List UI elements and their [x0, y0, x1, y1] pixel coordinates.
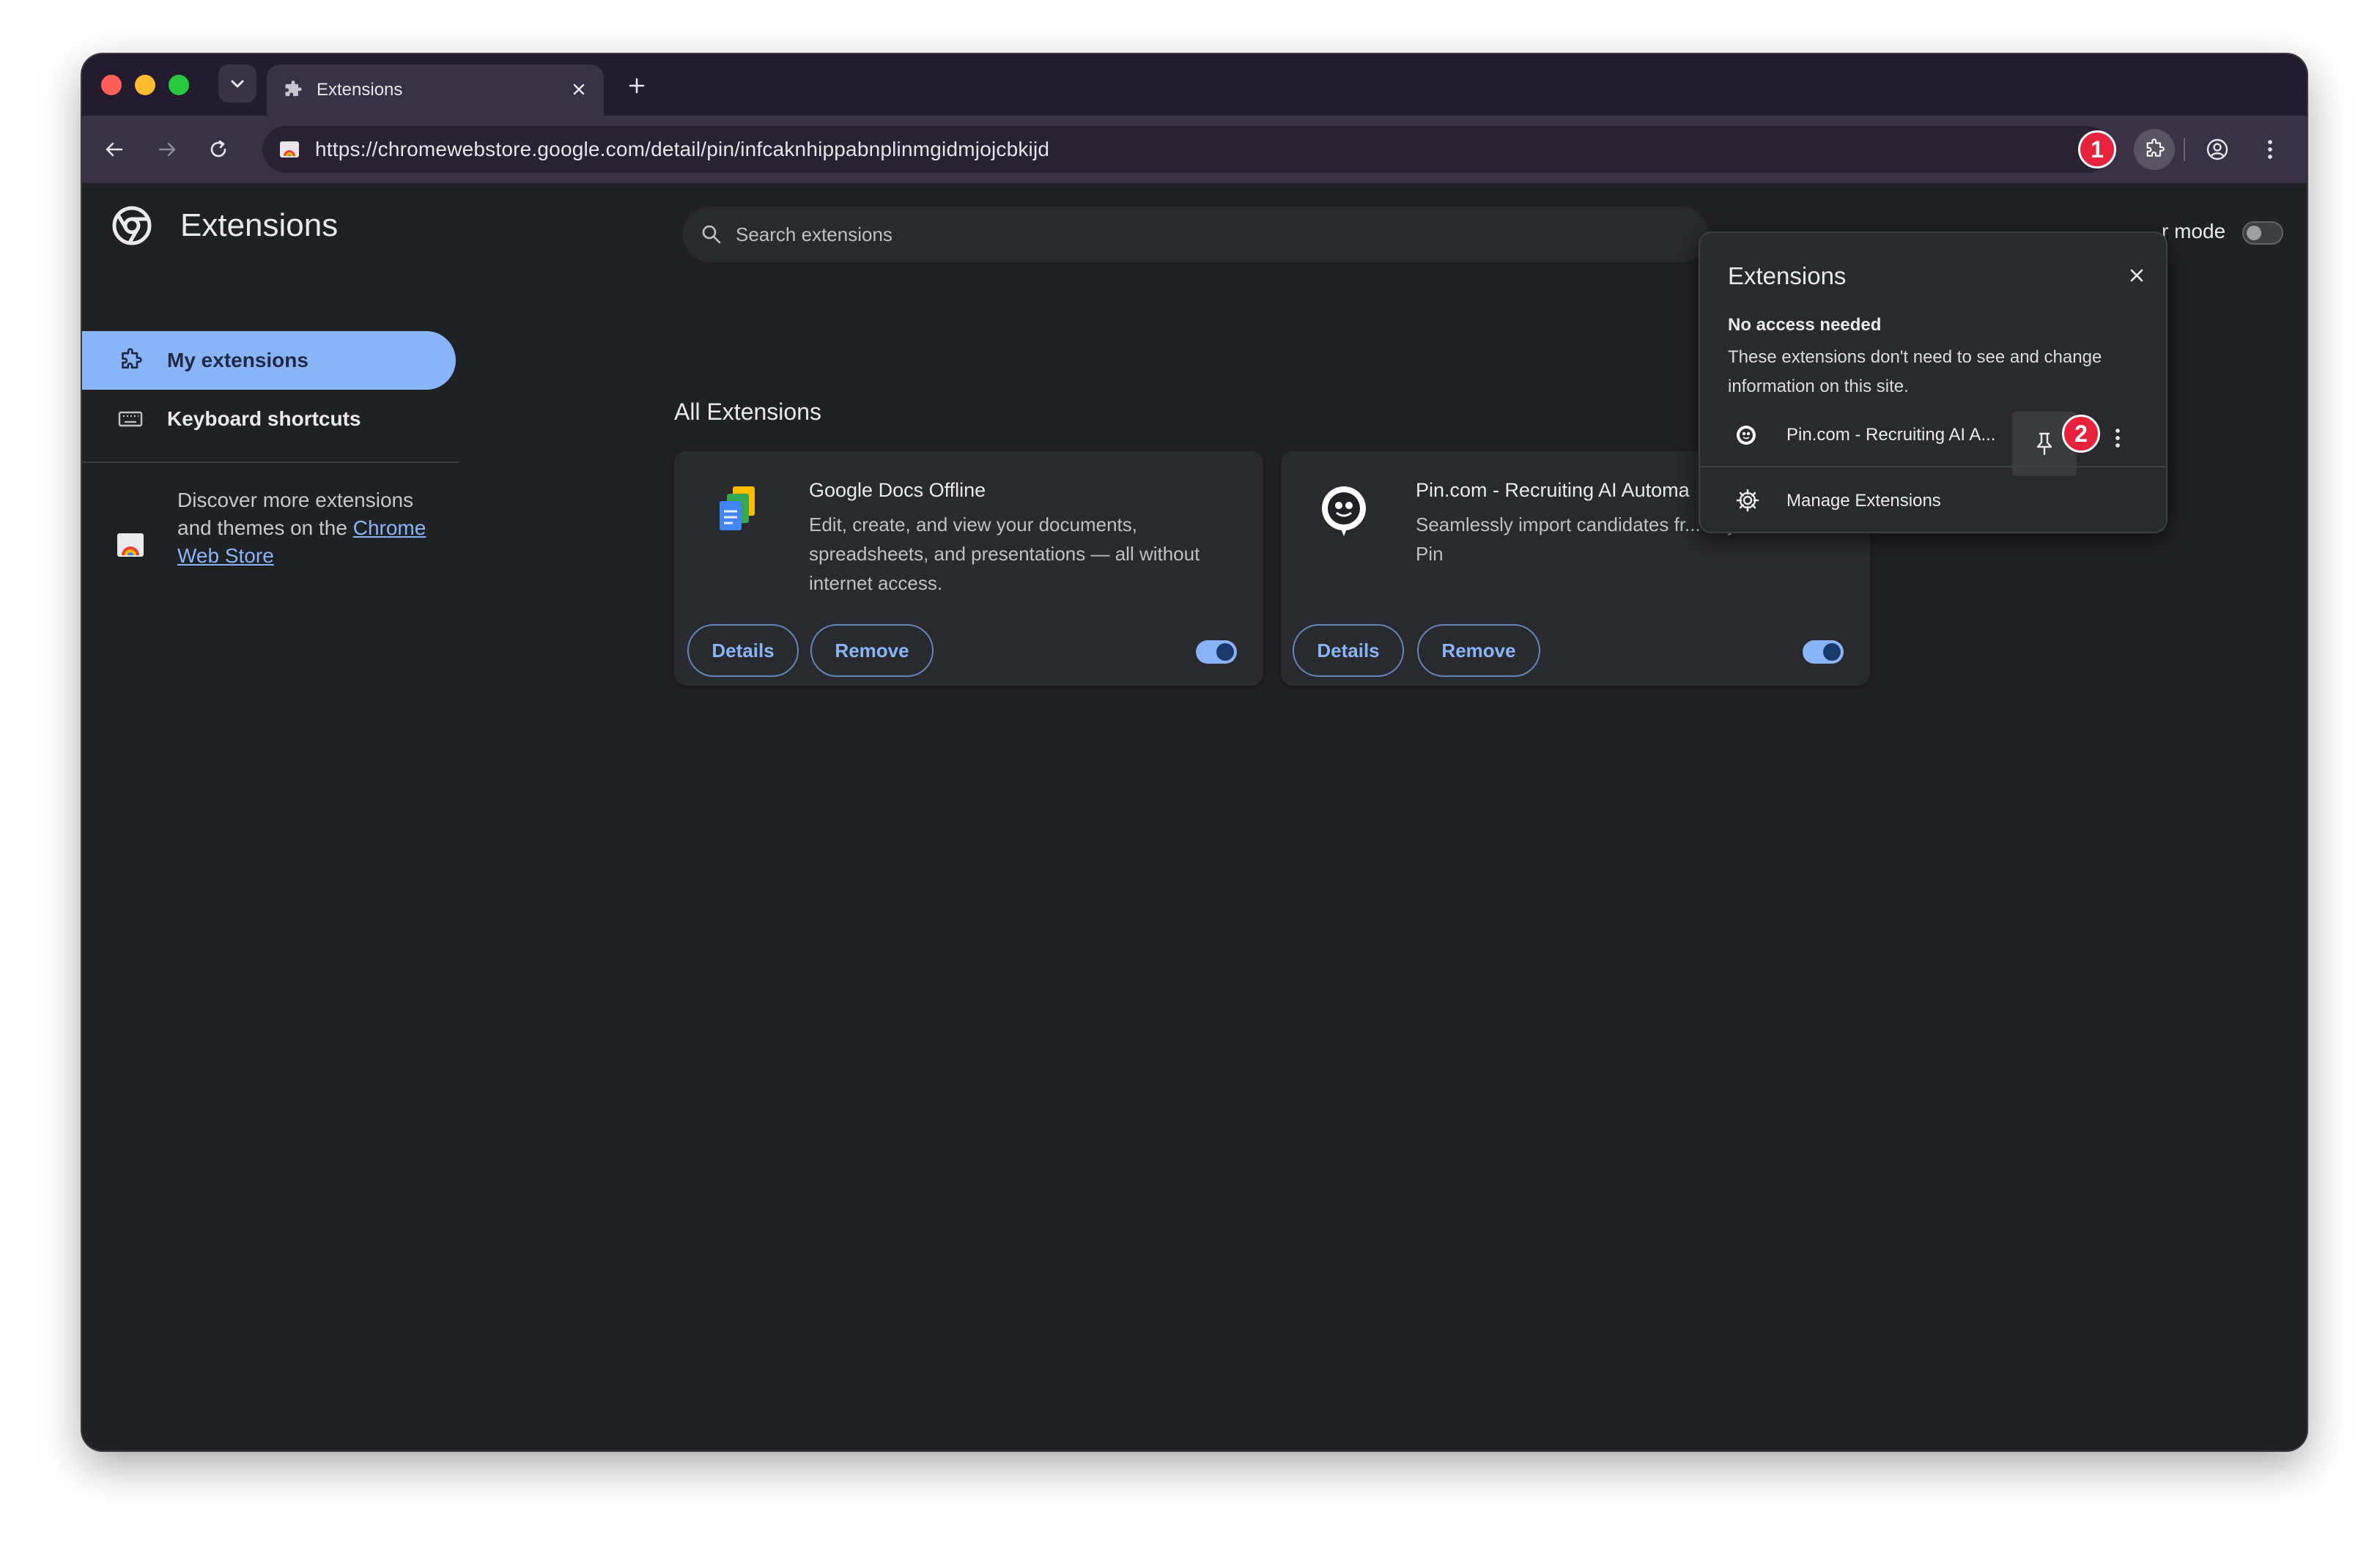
- profile-button[interactable]: [2197, 129, 2238, 170]
- page-title: Extensions: [180, 207, 339, 243]
- toolbar-divider: [2184, 138, 2185, 161]
- puzzle-icon: [122, 348, 142, 369]
- extensions-page: Extensions My extensions Keyboard shortc…: [82, 183, 2307, 1450]
- sidebar-divider: [82, 462, 459, 463]
- tab-close-button[interactable]: [567, 78, 591, 101]
- keyboard-icon: [118, 411, 143, 427]
- tab-strip: Extensions: [82, 54, 2307, 116]
- more-vertical-icon: [2268, 140, 2272, 159]
- annotation-badge-1: 1: [2078, 130, 2116, 168]
- popup-extension-name: Pin.com - Recruiting AI A...: [1786, 425, 1996, 445]
- details-button[interactable]: Details: [1293, 624, 1404, 677]
- details-button[interactable]: Details: [687, 624, 799, 677]
- sidebar-item-label: My extensions: [167, 349, 308, 371]
- plus-icon: [629, 78, 645, 94]
- annotation-badge-2: 2: [2062, 415, 2100, 453]
- chrome-logo-icon: [112, 206, 152, 245]
- extension-card-google-docs-offline: Google Docs Offline Edit, create, and vi…: [674, 451, 1263, 686]
- discover-more-text: Discover more extensions and themes on t…: [177, 486, 426, 570]
- reload-button[interactable]: [199, 130, 237, 168]
- popup-title: Extensions: [1728, 262, 1847, 289]
- back-button[interactable]: [95, 130, 133, 168]
- arrow-right-icon: [158, 142, 176, 157]
- pin-logo-icon: [1322, 486, 1366, 536]
- browser-toolbar: https://chromewebstore.google.com/detail…: [82, 116, 2307, 183]
- google-docs-offline-icon: [720, 486, 755, 530]
- puzzle-icon: [285, 81, 302, 97]
- remove-button[interactable]: Remove: [810, 624, 934, 677]
- puzzle-icon: [2146, 138, 2165, 157]
- popup-extension-item[interactable]: Pin.com - Recruiting AI A... 2: [1700, 406, 2166, 476]
- more-vertical-icon: [2115, 429, 2120, 448]
- close-window-button[interactable]: [101, 75, 122, 95]
- arrow-left-icon: [106, 142, 123, 157]
- browser-menu-button[interactable]: [2250, 129, 2291, 170]
- toggle-knob: [2247, 226, 2261, 240]
- browser-window: Extensions https://chromewebstore.google…: [82, 54, 2307, 1450]
- tab-title: Extensions: [317, 80, 403, 100]
- extension-description: Edit, create, and view your documents, s…: [809, 514, 1200, 594]
- pin-logo-icon: [1737, 426, 1756, 445]
- tab-extensions[interactable]: Extensions: [267, 64, 604, 116]
- extension-more-button[interactable]: [2103, 420, 2132, 456]
- manage-extensions-item[interactable]: Manage Extensions: [1700, 473, 2166, 526]
- reload-icon: [210, 140, 226, 157]
- extension-name: Pin.com - Recruiting AI Automa: [1416, 479, 1690, 501]
- chrome-web-store-icon: [117, 533, 144, 557]
- toggle-knob: [1216, 643, 1234, 661]
- extensions-popup: Extensions No access needed These extens…: [1699, 231, 2168, 533]
- sidebar-item-my-extensions[interactable]: My extensions: [82, 331, 456, 390]
- new-tab-button[interactable]: [621, 70, 652, 101]
- section-title: All Extensions: [674, 399, 821, 425]
- extension-enable-toggle[interactable]: [1196, 640, 1237, 664]
- extension-enable-toggle[interactable]: [1803, 640, 1844, 664]
- extensions-menu-button[interactable]: [2134, 129, 2175, 170]
- forward-button[interactable]: [148, 130, 186, 168]
- manage-extensions-label: Manage Extensions: [1786, 491, 1941, 511]
- tab-search-button[interactable]: [218, 64, 256, 103]
- popup-heading: No access needed: [1728, 315, 1882, 335]
- pin-icon: [2036, 432, 2052, 456]
- sidebar-item-label: Keyboard shortcuts: [167, 407, 361, 430]
- sidebar-item-keyboard-shortcuts[interactable]: Keyboard shortcuts: [82, 390, 456, 448]
- site-favicon-icon: [280, 141, 299, 157]
- close-icon: [573, 84, 585, 95]
- remove-button[interactable]: Remove: [1417, 624, 1540, 677]
- search-placeholder: Search extensions: [736, 223, 892, 245]
- toggle-knob: [1823, 643, 1841, 661]
- popup-divider: [1700, 466, 2166, 467]
- search-icon: [702, 225, 721, 244]
- search-extensions-input[interactable]: Search extensions: [683, 207, 1709, 262]
- popup-close-button[interactable]: [2122, 261, 2151, 290]
- url-text: https://chromewebstore.google.com/detail…: [315, 138, 1050, 160]
- gear-icon: [1736, 489, 1759, 512]
- minimize-window-button[interactable]: [135, 75, 155, 95]
- developer-mode-toggle[interactable]: [2242, 221, 2283, 245]
- close-icon: [2130, 269, 2143, 282]
- address-bar[interactable]: https://chromewebstore.google.com/detail…: [262, 126, 2110, 173]
- popup-description: These extensions don't need to see and c…: [1728, 347, 2102, 396]
- maximize-window-button[interactable]: [169, 75, 189, 95]
- developer-mode-label: r mode: [2162, 220, 2226, 242]
- chevron-down-icon: [231, 80, 244, 88]
- account-icon: [2206, 138, 2228, 160]
- extension-name: Google Docs Offline: [809, 479, 986, 501]
